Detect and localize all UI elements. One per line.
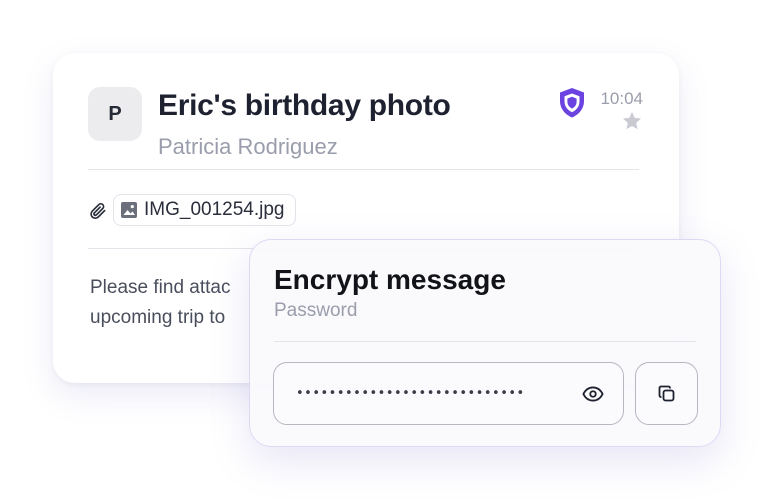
toggle-password-visibility-button[interactable] — [581, 382, 605, 406]
paperclip-icon — [90, 202, 106, 220]
avatar-initial: P — [108, 102, 122, 125]
dialog-divider — [274, 341, 696, 342]
sender-avatar: P — [88, 87, 142, 141]
attachment-filename: IMG_001254.jpg — [144, 199, 285, 220]
header-divider — [88, 169, 639, 170]
app-stage: P Eric's birthday photo Patricia Rodrigu… — [0, 0, 776, 500]
attachment-chip[interactable]: IMG_001254.jpg — [113, 194, 296, 226]
encrypt-message-dialog: Encrypt message Password — [249, 239, 721, 447]
email-subject: Eric's birthday photo — [158, 89, 451, 122]
copy-password-button[interactable] — [635, 362, 698, 425]
eye-icon — [582, 385, 604, 402]
email-time: 10:04 — [600, 89, 643, 108]
image-icon — [121, 202, 137, 218]
password-input[interactable] — [296, 386, 573, 401]
password-label: Password — [274, 300, 358, 321]
copy-icon — [658, 385, 674, 401]
email-sender: Patricia Rodriguez — [158, 134, 338, 159]
star-icon[interactable] — [621, 110, 643, 132]
shield-icon — [560, 88, 584, 118]
password-field[interactable] — [273, 362, 624, 425]
dialog-title: Encrypt message — [274, 264, 506, 295]
